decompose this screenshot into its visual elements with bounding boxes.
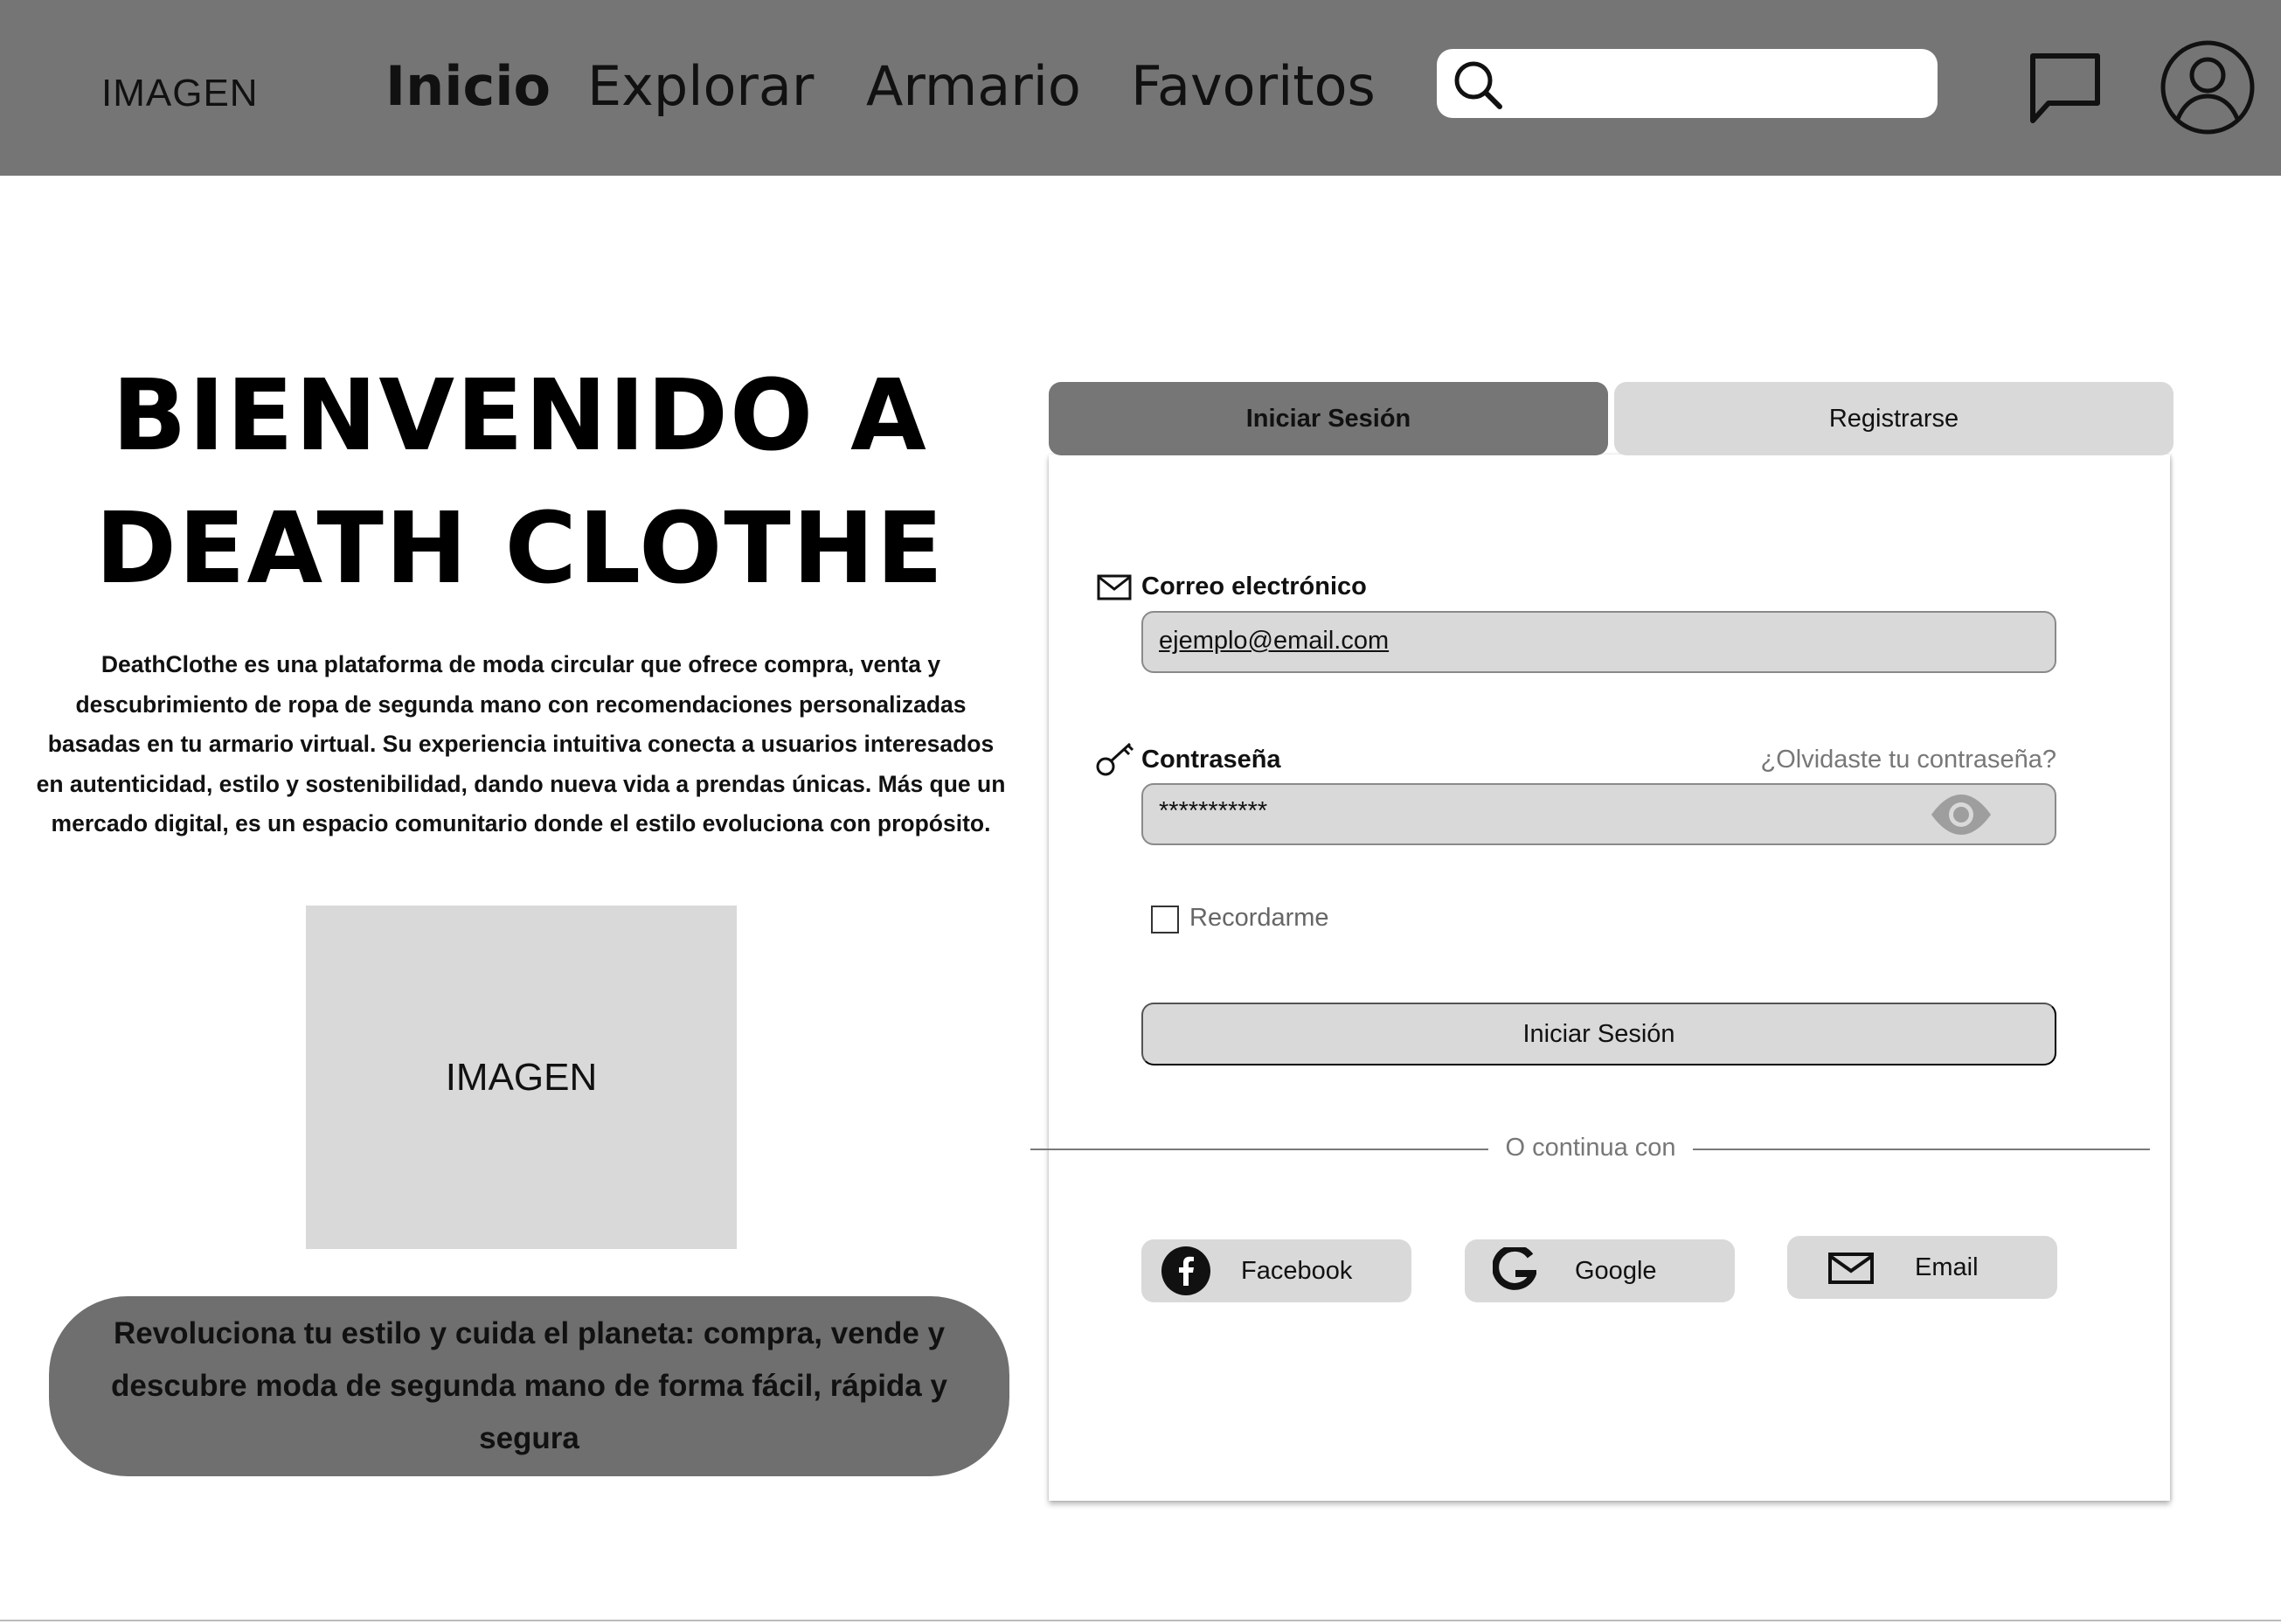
- tagline-banner: Revoluciona tu estilo y cuida el planeta…: [49, 1296, 1009, 1476]
- page-bottom-rule: [0, 1620, 2281, 1621]
- google-label: Google: [1575, 1257, 1657, 1285]
- email-value: ejemplo@email.com: [1159, 627, 1390, 655]
- eye-icon[interactable]: [1928, 789, 1994, 840]
- password-label: Contraseña: [1141, 746, 1281, 774]
- divider-line-right: [1693, 1149, 2150, 1150]
- facebook-login-button[interactable]: Facebook: [1141, 1239, 1411, 1302]
- search-bar[interactable]: [1437, 49, 1938, 118]
- google-login-button[interactable]: Google: [1465, 1239, 1735, 1302]
- tagline-text: Revoluciona tu estilo y cuida el planeta…: [111, 1316, 947, 1455]
- remember-label[interactable]: Recordarme: [1189, 904, 1329, 933]
- remember-checkbox[interactable]: [1151, 906, 1179, 933]
- divider-line-left: [1030, 1149, 1488, 1150]
- password-value: ***********: [1159, 797, 1268, 825]
- search-icon[interactable]: [1449, 56, 1505, 112]
- title-line-1: BIENVENIDO A: [112, 359, 928, 473]
- email-label: Correo electrónico: [1141, 573, 1367, 600]
- email-login-button[interactable]: Email: [1787, 1236, 2057, 1299]
- image-placeholder-label: IMAGEN: [445, 1055, 598, 1099]
- top-nav-bar: IMAGEN Inicio Explorar Armario Favoritos: [0, 0, 2281, 176]
- user-avatar-icon[interactable]: [2159, 38, 2257, 136]
- tab-iniciar-sesion[interactable]: Iniciar Sesión: [1049, 382, 1608, 455]
- platform-description: DeathClothe es una plataforma de moda ci…: [36, 651, 1006, 836]
- facebook-icon: [1161, 1246, 1210, 1295]
- facebook-label: Facebook: [1241, 1257, 1353, 1285]
- page-title: BIENVENIDO A DEATH CLOTHE: [70, 350, 970, 615]
- nav-link-explorar[interactable]: Explorar: [587, 54, 814, 118]
- key-icon: [1096, 742, 1134, 776]
- nav-link-armario[interactable]: Armario: [866, 54, 1081, 118]
- title-line-2: DEATH CLOTHE: [94, 492, 945, 606]
- image-placeholder: IMAGEN: [306, 906, 737, 1249]
- chat-icon[interactable]: [2026, 51, 2104, 126]
- mail-icon: [1828, 1253, 1874, 1284]
- divider-text: O continua con: [1505, 1134, 1676, 1162]
- search-input[interactable]: [1510, 59, 1921, 108]
- tab-registrarse[interactable]: Registrarse: [1614, 382, 2174, 455]
- password-field[interactable]: ***********: [1141, 783, 2056, 845]
- mail-icon: [1097, 574, 1132, 600]
- nav-link-favoritos[interactable]: Favoritos: [1131, 54, 1376, 118]
- email-option-label: Email: [1915, 1253, 1979, 1281]
- google-icon: [1493, 1247, 1536, 1290]
- forgot-password-link[interactable]: ¿Olvidaste tu contraseña?: [1760, 746, 2056, 774]
- nav-link-inicio[interactable]: Inicio: [385, 54, 551, 118]
- logo[interactable]: IMAGEN: [101, 72, 259, 115]
- email-field[interactable]: ejemplo@email.com: [1141, 611, 2056, 673]
- login-submit-button[interactable]: Iniciar Sesión: [1141, 1003, 2056, 1065]
